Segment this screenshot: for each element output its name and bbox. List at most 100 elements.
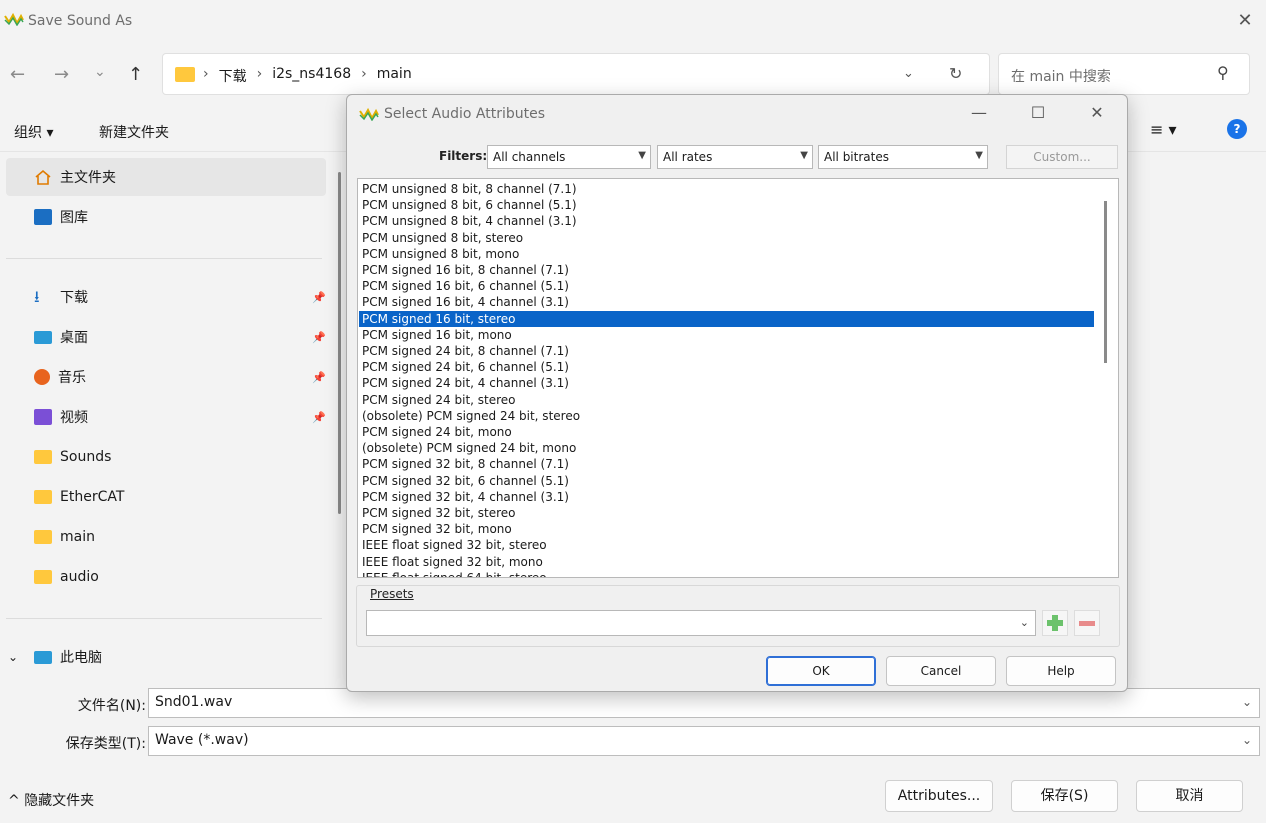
channels-filter-select[interactable]: All channels ▼ (487, 145, 651, 169)
sidebar-item-desktop[interactable]: 桌面 📌 (6, 318, 326, 356)
recent-locations-chevron-icon[interactable]: ⌄ (94, 64, 106, 80)
up-arrow-icon[interactable]: ↑ (128, 64, 143, 85)
organize-menu-button[interactable]: 组织 ▾ (14, 122, 53, 142)
filters-label: Filters: (439, 149, 488, 163)
ok-button[interactable]: OK (766, 656, 876, 686)
list-item[interactable]: PCM signed 16 bit, 6 channel (5.1) (359, 278, 1094, 294)
presets-label: Presets (370, 587, 414, 601)
audio-format-list[interactable]: PCM unsigned 8 bit, 8 channel (7.1) PCM u… (357, 178, 1119, 578)
list-item[interactable]: PCM signed 24 bit, 4 channel (3.1) (359, 375, 1094, 391)
list-item[interactable]: PCM unsigned 8 bit, stereo (359, 230, 1094, 246)
rates-filter-select[interactable]: All rates ▼ (657, 145, 813, 169)
list-item[interactable]: IEEE float signed 64 bit, stereo (359, 570, 1094, 577)
chevron-down-icon[interactable]: ⌄ (1242, 733, 1252, 747)
breadcrumb-item[interactable]: i2s_ns4168 (272, 66, 351, 86)
pin-icon[interactable]: 📌 (312, 331, 326, 344)
list-item[interactable]: PCM unsigned 8 bit, 8 channel (7.1) (359, 181, 1094, 197)
save-button[interactable]: 保存(S) (1011, 780, 1118, 812)
sidebar-item-audio[interactable]: audio (6, 558, 326, 596)
sidebar-item-main[interactable]: main (6, 518, 326, 556)
pin-icon[interactable]: 📌 (312, 371, 326, 384)
help-button[interactable]: Help (1006, 656, 1116, 686)
breadcrumb-item[interactable]: 下载 (219, 66, 247, 86)
sidebar-scrollbar[interactable] (338, 172, 341, 514)
music-icon (34, 369, 50, 385)
chevron-up-icon: ^ (8, 793, 20, 809)
close-icon[interactable]: ✕ (1085, 103, 1109, 122)
presets-group: Presets ⌄ (356, 585, 1120, 647)
attributes-button[interactable]: Attributes... (885, 780, 993, 812)
close-icon[interactable]: ✕ (1234, 10, 1256, 32)
list-item-selected[interactable]: PCM signed 16 bit, stereo (359, 310, 1094, 327)
list-item[interactable]: PCM unsigned 8 bit, 6 channel (5.1) (359, 197, 1094, 213)
sidebar-item-label: 下载 (60, 290, 88, 306)
list-item[interactable]: (obsolete) PCM signed 24 bit, mono (359, 440, 1094, 456)
pin-icon[interactable]: 📌 (312, 291, 326, 304)
list-item[interactable]: PCM signed 16 bit, 8 channel (7.1) (359, 262, 1094, 278)
help-icon[interactable]: ? (1227, 119, 1247, 139)
add-preset-button[interactable] (1042, 610, 1068, 636)
list-item[interactable]: IEEE float signed 32 bit, mono (359, 554, 1094, 570)
list-item[interactable]: PCM unsigned 8 bit, 4 channel (3.1) (359, 213, 1094, 229)
list-item[interactable]: PCM signed 24 bit, 6 channel (5.1) (359, 359, 1094, 375)
filetype-label: 保存类型(T): (65, 736, 146, 752)
refresh-icon[interactable]: ↻ (949, 64, 962, 83)
search-box[interactable]: 在 main 中搜索 ⚲ (998, 53, 1250, 95)
view-options-icon[interactable]: ≡ ▾ (1150, 120, 1177, 139)
list-item[interactable]: PCM signed 16 bit, 4 channel (3.1) (359, 294, 1094, 310)
breadcrumb-item[interactable]: main (377, 66, 412, 86)
folder-icon (34, 530, 52, 544)
forward-arrow-icon[interactable]: → (54, 64, 69, 85)
filetype-select[interactable]: Wave (*.wav) (148, 726, 1260, 756)
address-dropdown-icon[interactable]: ⌄ (903, 66, 914, 81)
sidebar-item-videos[interactable]: 视频 📌 (6, 398, 326, 436)
select-audio-attributes-dialog: Select Audio Attributes — ☐ ✕ Filters: A… (346, 94, 1128, 692)
app-waveform-icon (359, 107, 379, 121)
sidebar-item-downloads[interactable]: ⭳ 下载 📌 (6, 278, 326, 316)
list-item[interactable]: PCM signed 32 bit, mono (359, 521, 1094, 537)
cancel-button[interactable]: 取消 (1136, 780, 1243, 812)
list-item[interactable]: PCM signed 32 bit, 6 channel (5.1) (359, 473, 1094, 489)
sidebar-item-sounds[interactable]: Sounds (6, 438, 326, 476)
maximize-icon[interactable]: ☐ (1026, 103, 1050, 122)
list-item[interactable]: PCM signed 32 bit, 8 channel (7.1) (359, 456, 1094, 472)
list-item[interactable]: PCM signed 24 bit, 8 channel (7.1) (359, 343, 1094, 359)
presets-select[interactable]: ⌄ (366, 610, 1036, 636)
chevron-down-icon[interactable]: ⌄ (1242, 695, 1252, 709)
chevron-down-icon: ▼ (975, 150, 983, 161)
list-item[interactable]: IEEE float signed 32 bit, stereo (359, 537, 1094, 553)
bottom-bar: ^ 隐藏文件夹 Attributes... 保存(S) 取消 (0, 775, 1266, 823)
list-item[interactable]: PCM unsigned 8 bit, mono (359, 246, 1094, 262)
cancel-button[interactable]: Cancel (886, 656, 996, 686)
list-scrollbar[interactable] (1104, 201, 1107, 363)
list-item[interactable]: PCM signed 16 bit, mono (359, 327, 1094, 343)
plus-icon (1047, 615, 1063, 631)
sidebar-item-label: 主文件夹 (60, 170, 116, 186)
sidebar-item-label: audio (60, 569, 99, 585)
filename-input[interactable]: Snd01.wav (148, 688, 1260, 718)
expand-chevron-icon[interactable]: ⌄ (8, 650, 18, 664)
address-bar[interactable]: › 下载 › i2s_ns4168 › main ⌄ ↻ (162, 53, 990, 95)
search-input[interactable]: 在 main 中搜索 (1011, 66, 1111, 86)
filters-row: Filters: All channels ▼ All rates ▼ All … (347, 145, 1127, 171)
list-item[interactable]: (obsolete) PCM signed 24 bit, stereo (359, 408, 1094, 424)
back-arrow-icon[interactable]: ← (10, 64, 25, 85)
minimize-icon[interactable]: — (967, 103, 991, 122)
pin-icon[interactable]: 📌 (312, 411, 326, 424)
new-folder-button[interactable]: 新建文件夹 (99, 122, 169, 142)
hide-folders-toggle[interactable]: ^ 隐藏文件夹 (8, 790, 94, 810)
sidebar-item-home[interactable]: 主文件夹 (6, 158, 326, 196)
bitrates-filter-select[interactable]: All bitrates ▼ (818, 145, 988, 169)
list-item[interactable]: PCM signed 24 bit, stereo (359, 392, 1094, 408)
remove-preset-button[interactable] (1074, 610, 1100, 636)
sidebar-item-this-pc[interactable]: ⌄ 此电脑 (6, 638, 326, 676)
search-icon[interactable]: ⚲ (1217, 63, 1229, 82)
computer-icon (34, 650, 52, 664)
list-item[interactable]: PCM signed 32 bit, 4 channel (3.1) (359, 489, 1094, 505)
list-item[interactable]: PCM signed 24 bit, mono (359, 424, 1094, 440)
custom-button[interactable]: Custom... (1006, 145, 1118, 169)
sidebar-item-gallery[interactable]: 图库 (6, 198, 326, 236)
sidebar-item-music[interactable]: 音乐 📌 (6, 358, 326, 396)
sidebar-item-ethercat[interactable]: EtherCAT (6, 478, 326, 516)
list-item[interactable]: PCM signed 32 bit, stereo (359, 505, 1094, 521)
